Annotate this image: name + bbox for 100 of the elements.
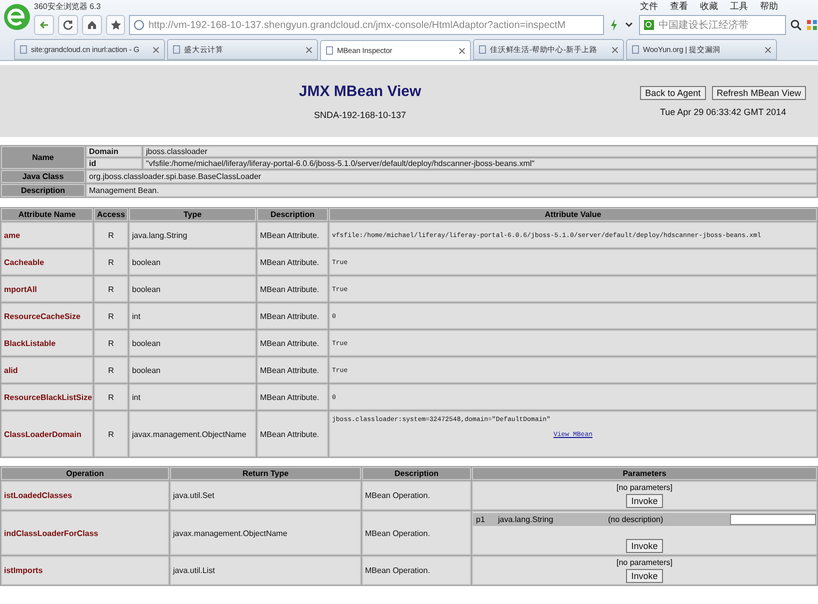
operation-name: indClassLoaderForClass [1,511,169,555]
invoke-button[interactable]: Invoke [626,494,663,508]
table-cell: MBean Attribute. [257,411,328,457]
menu-item[interactable]: 工具 [730,0,748,12]
attribute-name: mportAll [1,276,93,302]
table-cell: MBean Attribute. [257,249,328,275]
table-cell: javax.management.ObjectName [129,411,256,457]
star-icon [110,19,122,31]
table-cell: boolean [129,357,256,383]
attribute-name: ame [1,222,93,248]
nav-button[interactable]: Refresh MBean View [712,86,806,100]
table-cell: Management Bean. [86,184,817,197]
row-label: Description [1,184,85,197]
close-icon [611,46,619,54]
table-cell: R [94,249,128,275]
page-icon [478,45,487,54]
apps-icon [806,19,818,31]
refresh-icon [62,19,74,31]
refresh-button[interactable] [58,15,78,35]
table-cell: R [94,330,128,356]
table-cell: MBean Attribute. [257,384,328,410]
close-icon [764,46,772,54]
page-icon [172,45,181,54]
table-cell: int [129,303,256,329]
table-cell: MBean Attribute. [257,303,328,329]
menu-item[interactable]: 收藏 [700,0,718,12]
no-parameters-text: [no parameters] [616,558,673,567]
table-cell: MBean Attribute. [257,357,328,383]
page-icon [325,46,334,55]
close-icon [458,46,466,54]
page-icon [19,45,28,54]
table-cell: R [94,303,128,329]
menu-item[interactable]: 帮助 [760,0,778,12]
column-header: Parameters [472,467,817,480]
no-parameters-text: [no parameters] [616,483,673,492]
nav-button[interactable]: Back to Agent [640,86,706,100]
attribute-name: BlackListable [1,330,93,356]
table-cell: org.jboss.classloader.spi.base.BaseClassLoader [86,170,817,183]
table-cell: MBean Attribute. [257,222,328,248]
field-label: id [86,158,142,169]
parameter-name: p1 [476,515,486,524]
table-cell: "vfsfile:/home/michael/liferay/liferay-portal-6.0.6/jboss-5.1.0/server/default/deploy/hdscanner-jboss-beans.xml" [143,158,817,169]
table-cell: R [94,411,128,457]
table-cell: MBean Operation. [362,511,471,555]
menu-item[interactable]: 查看 [670,0,688,12]
search-text: 中国建设长江经济带 [658,18,748,32]
back-arrow-icon [38,19,50,31]
invoke-button[interactable]: Invoke [626,569,663,583]
attribute-name: Cacheable [1,249,93,275]
back-button[interactable] [34,15,54,35]
column-header: Operation [1,467,169,480]
favorite-button[interactable] [106,15,126,35]
page-icon [631,45,640,54]
field-label: Domain [86,146,142,157]
table-cell: MBean Operation. [362,481,471,510]
table-cell: boolean [129,330,256,356]
parameter-description: (no description) [608,515,664,524]
table-cell: int [129,384,256,410]
attribute-name: ResourceBlackListSize [1,384,93,410]
page-title: JMX MBean View [298,82,422,100]
menu-item[interactable]: 文件 [640,0,658,12]
table-cell: javax.management.ObjectName [170,511,361,555]
table-cell: MBean Attribute. [257,276,328,302]
column-header: Type [129,208,256,221]
row-label: Java Class [1,170,85,183]
table-cell: R [94,276,128,302]
parameter-input[interactable] [730,514,816,525]
table-cell: R [94,384,128,410]
host-name: SNDA-192-168-10-137 [314,110,406,120]
operation-name: istImports [1,556,169,585]
column-header: Description [362,467,471,480]
attribute-name: ResourceCacheSize [1,303,93,329]
column-header: Access [94,208,128,221]
address-text: http://vm-192-168-10-137.shengyun.grandcloud.cn/jmx-console/HtmlAdaptor?action=inspectM [148,20,566,30]
address-field[interactable]: http://vm-192-168-10-137.shengyun.grandcloud.cn/jmx-console/HtmlAdaptor?action=inspectM [129,15,604,35]
window-title: 360安全浏览器 6.3 [34,0,102,12]
home-button[interactable] [82,15,102,35]
table-cell: R [94,357,128,383]
browser-logo-icon [2,2,32,32]
search-field[interactable]: 中国建设长江经济带 [639,15,786,35]
table-cell: MBean Attribute. [257,330,328,356]
home-icon [86,19,98,31]
column-header: Attribute Name [1,208,93,221]
attribute-name: ClassLoaderDomain [1,411,93,457]
parameter-type: java.lang.String [498,515,554,524]
close-icon [305,46,313,54]
table-cell: jboss.classloader [143,146,817,157]
search-icon [790,19,802,31]
column-header: Attribute Value [329,208,817,221]
invoke-button[interactable]: Invoke [626,539,663,553]
column-header: Return Type [170,467,361,480]
column-header: Description [257,208,328,221]
table-cell: boolean [129,249,256,275]
date-text: Tue Apr 29 06:33:42 GMT 2014 [660,106,786,116]
attribute-name: alid [1,357,93,383]
table-cell: MBean Operation. [362,556,471,585]
close-icon [152,46,160,54]
table-cell: java.lang.String [129,222,256,248]
table-cell: java.util.List [170,556,361,585]
table-cell: R [94,222,128,248]
